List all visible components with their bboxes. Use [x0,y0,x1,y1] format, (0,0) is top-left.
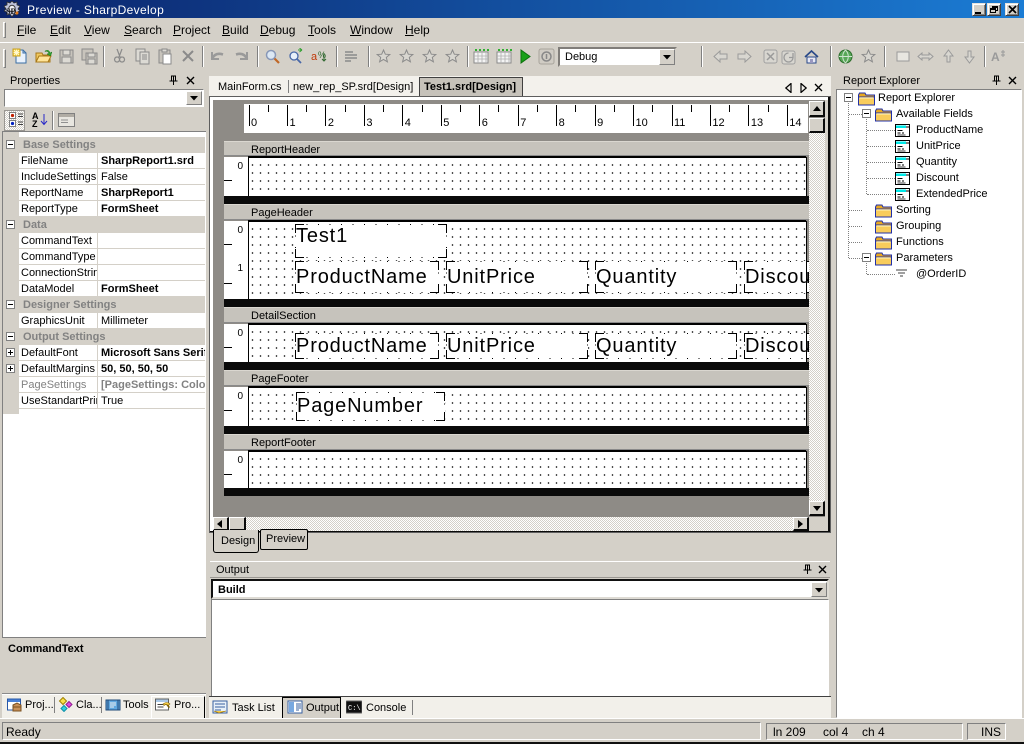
svg-text:%: % [318,50,326,60]
svg-text:A: A [991,50,1000,64]
svg-text:SD: SD [6,7,16,16]
svg-text:Z: Z [32,119,38,128]
svg-text:C:\: C:\ [348,705,361,713]
svg-text:a: a [311,51,318,63]
